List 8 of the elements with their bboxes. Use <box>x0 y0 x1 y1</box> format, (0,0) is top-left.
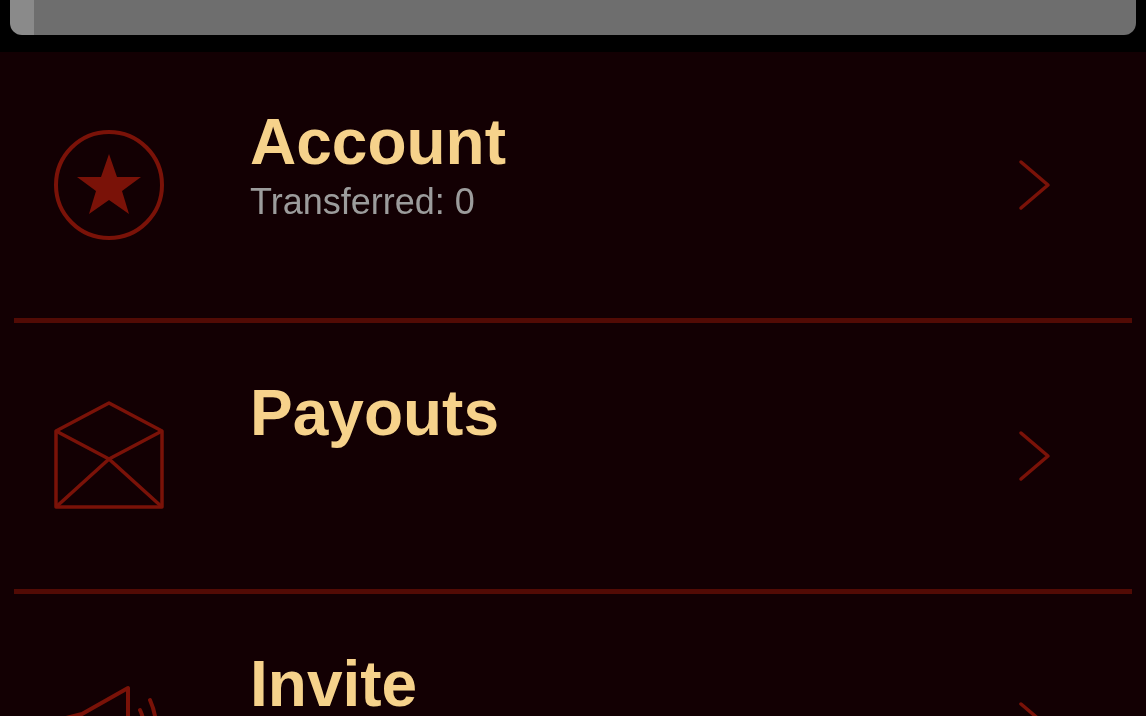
menu-item-subtitle: Transferred: 0 <box>250 180 476 224</box>
menu-item-title[interactable]: Invite <box>250 646 1018 716</box>
chevron-right-icon[interactable] <box>1018 430 1052 482</box>
menu-item-title[interactable]: Account <box>250 104 1018 180</box>
star-in-circle-icon <box>52 128 166 242</box>
menu-item-title[interactable]: Payouts <box>250 375 1018 451</box>
chevron-right-icon[interactable] <box>1018 159 1052 211</box>
open-envelope-icon <box>52 401 166 511</box>
